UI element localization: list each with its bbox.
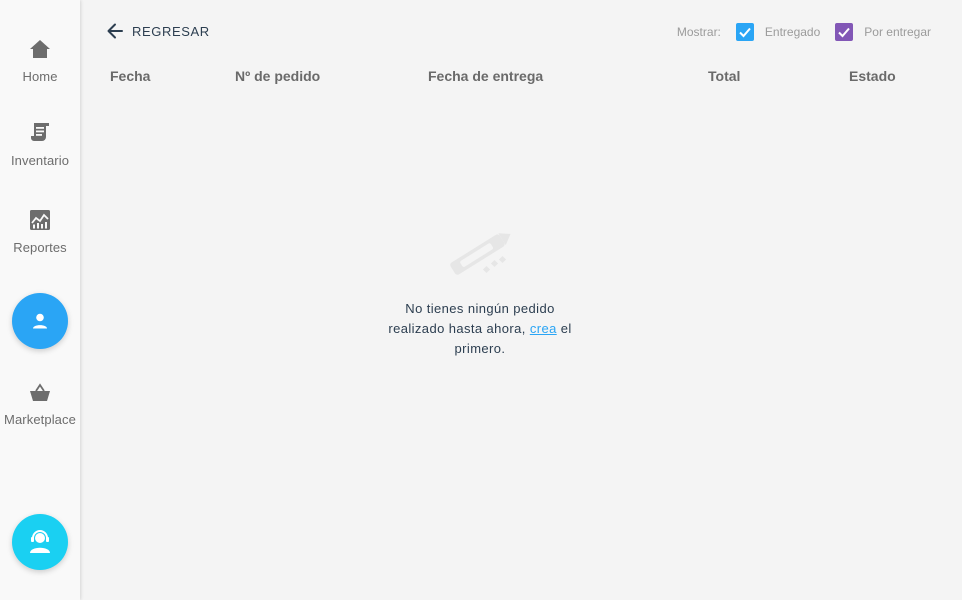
empty-line-1: No tienes ningún pedido xyxy=(405,301,555,316)
delivered-checkbox[interactable] xyxy=(735,23,754,41)
column-header-date: Fecha xyxy=(110,68,151,84)
back-button[interactable]: REGRESAR xyxy=(106,22,210,40)
status-filters: Mostrar: Entregado Por entregar xyxy=(677,23,931,41)
profile-button[interactable] xyxy=(12,293,68,349)
empty-line-2-suffix: el xyxy=(556,321,572,336)
sidebar-item-label: Marketplace xyxy=(4,412,76,427)
support-agent-icon xyxy=(30,530,50,553)
sidebar-item-reportes[interactable]: Reportes xyxy=(0,209,80,255)
sidebar-item-label: Reportes xyxy=(13,240,67,255)
check-icon xyxy=(838,27,851,38)
column-header-total: Total xyxy=(708,68,741,84)
pending-checkbox[interactable] xyxy=(835,23,854,41)
person-icon xyxy=(33,313,47,329)
sidebar-item-inventario[interactable]: Inventario xyxy=(0,120,80,168)
orders-view: REGRESAR Mostrar: Entregado Por entregar… xyxy=(80,0,962,600)
column-header-order-number: Nº de pedido xyxy=(235,68,321,84)
check-icon xyxy=(739,27,751,38)
arrow-left-icon xyxy=(107,23,123,39)
home-icon xyxy=(30,40,50,58)
pencil-icon xyxy=(450,233,511,275)
sidebar-item-home[interactable]: Home xyxy=(0,38,80,84)
empty-state-message: No tienes ningún pedido realizado hasta … xyxy=(370,299,590,359)
basket-icon xyxy=(30,383,50,401)
receipt-icon xyxy=(31,123,49,141)
empty-state: No tienes ningún pedido realizado hasta … xyxy=(370,225,590,359)
chart-icon xyxy=(30,210,50,230)
sidebar-item-marketplace[interactable]: Marketplace xyxy=(0,383,80,427)
empty-line-2-prefix: realizado hasta ahora, xyxy=(388,321,530,336)
show-label: Mostrar: xyxy=(676,25,721,39)
create-order-link[interactable]: crea xyxy=(530,321,557,336)
sidebar-item-label: Home xyxy=(22,69,58,84)
sidebar-item-label: Inventario xyxy=(10,153,70,168)
support-button[interactable] xyxy=(12,514,68,570)
back-button-label: REGRESAR xyxy=(132,23,210,39)
pending-checkbox-label[interactable]: Por entregar xyxy=(864,25,931,39)
empty-line-3: primero. xyxy=(454,341,506,356)
sidebar: Home Inventario Reportes Marketplace xyxy=(0,0,80,600)
column-header-delivery-date: Fecha de entrega xyxy=(428,68,544,84)
column-header-status: Estado xyxy=(849,68,896,84)
orders-table-header: Fecha Nº de pedido Fecha de entrega Tota… xyxy=(80,68,962,88)
delivered-checkbox-label[interactable]: Entregado xyxy=(765,25,820,39)
